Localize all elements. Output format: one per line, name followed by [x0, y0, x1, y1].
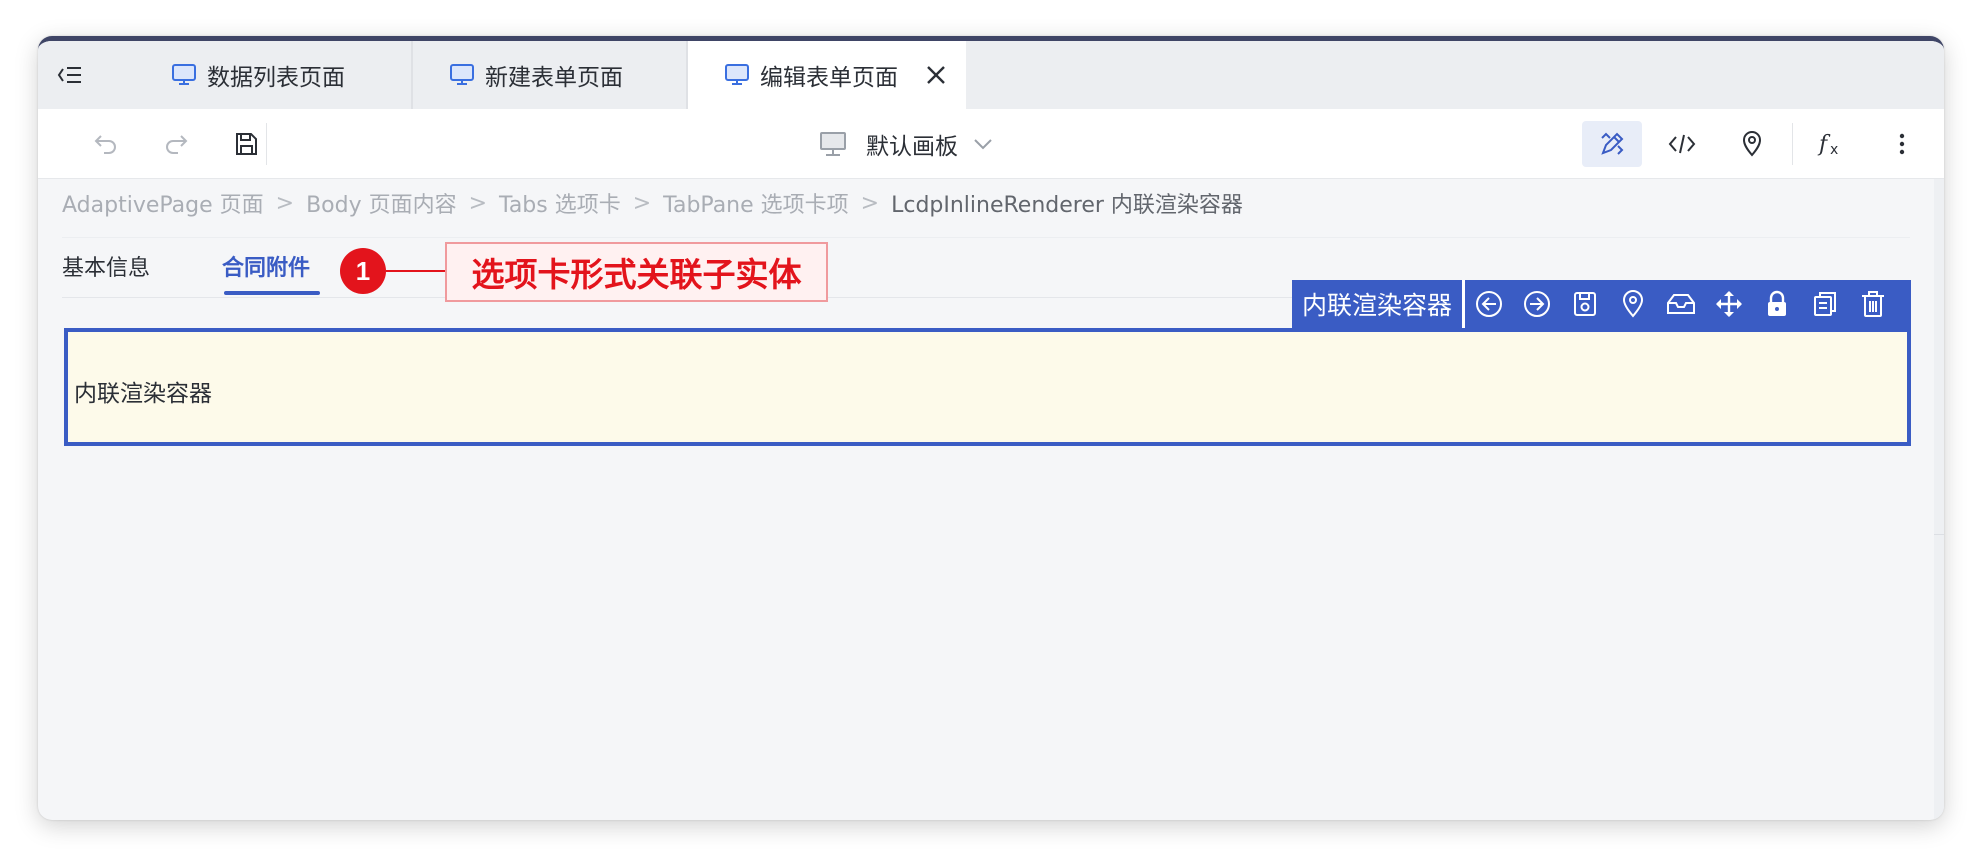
design-icon: [1601, 132, 1624, 155]
chevron-down-icon: [974, 139, 992, 150]
breadcrumb-separator: >: [468, 190, 488, 216]
more-button[interactable]: [1882, 124, 1922, 164]
tab-edit-form-page[interactable]: 编辑表单页面: [688, 41, 966, 109]
component-action-bar: 内联渲染容器: [1292, 280, 1911, 328]
breadcrumb-item[interactable]: Tabs 选项卡: [499, 187, 621, 219]
svg-text:f: f: [1817, 132, 1831, 157]
scrollbar-track[interactable]: [1934, 179, 1944, 820]
toolbar: 默认画板 fx: [38, 109, 1944, 179]
tab-label: 新建表单页面: [485, 65, 623, 91]
monitor-icon: [172, 64, 196, 85]
save-button[interactable]: [226, 124, 266, 164]
trash-icon[interactable]: [1849, 280, 1897, 328]
svg-text:x: x: [1830, 142, 1838, 158]
breadcrumb-item-current[interactable]: LcdpInlineRenderer 内联渲染容器: [891, 187, 1243, 219]
lock-icon[interactable]: [1753, 280, 1801, 328]
tab-basic-info[interactable]: 基本信息: [62, 250, 150, 282]
board-label: 默认画板: [866, 134, 958, 160]
component-title: 内联渲染容器: [1292, 280, 1466, 328]
code-button[interactable]: [1662, 124, 1702, 164]
tab-contract-attachments[interactable]: 合同附件: [222, 250, 310, 282]
inline-renderer-container[interactable]: 内联渲染容器: [64, 328, 1911, 446]
breadcrumb: AdaptivePage 页面 > Body 页面内容 > Tabs 选项卡 >…: [62, 187, 1243, 219]
breadcrumb-separator: >: [275, 190, 295, 216]
more-vertical-icon: [1899, 133, 1905, 155]
close-icon[interactable]: [924, 63, 948, 87]
inline-renderer-label: 内联渲染容器: [74, 381, 212, 407]
code-icon: [1668, 134, 1696, 154]
undo-icon: [94, 135, 116, 154]
copy-icon[interactable]: [1801, 280, 1849, 328]
breadcrumb-item[interactable]: Body 页面内容: [306, 187, 457, 219]
location-pin-icon[interactable]: [1609, 280, 1657, 328]
board-selector[interactable]: 默认画板: [818, 109, 994, 179]
tab-data-list-page[interactable]: 数据列表页面: [133, 41, 413, 109]
breadcrumb-separator: >: [632, 190, 652, 216]
redo-button[interactable]: [156, 124, 196, 164]
design-mode-button[interactable]: [1582, 121, 1642, 167]
active-tab-indicator: [224, 291, 320, 295]
arrow-left-circle-icon[interactable]: [1465, 280, 1513, 328]
breadcrumb-separator: >: [860, 190, 880, 216]
annotation-callout: 选项卡形式关联子实体: [445, 242, 828, 302]
breadcrumb-item[interactable]: TabPane 选项卡项: [663, 187, 848, 219]
annotation-number-badge: 1: [340, 248, 386, 294]
toolbar-divider: [1792, 123, 1793, 165]
inbox-icon[interactable]: [1657, 280, 1705, 328]
redo-icon: [166, 135, 188, 154]
undo-button[interactable]: [86, 124, 126, 164]
save-icon[interactable]: [1561, 280, 1609, 328]
breadcrumb-item[interactable]: AdaptivePage 页面: [62, 187, 264, 219]
tab-new-form-page[interactable]: 新建表单页面: [413, 41, 688, 109]
save-icon: [236, 133, 257, 155]
move-icon[interactable]: [1705, 280, 1753, 328]
toolbar-divider: [266, 123, 267, 165]
location-pin-icon: [1742, 131, 1762, 157]
monitor-icon: [725, 64, 749, 85]
location-button[interactable]: [1732, 124, 1772, 164]
function-button[interactable]: fx: [1812, 124, 1852, 164]
tab-bar: 数据列表页面 新建表单页面 编辑表单页面: [38, 41, 1944, 109]
board-icon: [820, 132, 846, 156]
tab-label: 编辑表单页面: [760, 65, 898, 91]
arrow-right-circle-icon[interactable]: [1513, 280, 1561, 328]
annotation-leader-line: [386, 270, 446, 272]
collapse-sidebar-icon[interactable]: [54, 59, 86, 91]
function-icon: fx: [1817, 132, 1838, 158]
tab-label: 数据列表页面: [207, 65, 345, 91]
monitor-icon: [450, 64, 474, 85]
